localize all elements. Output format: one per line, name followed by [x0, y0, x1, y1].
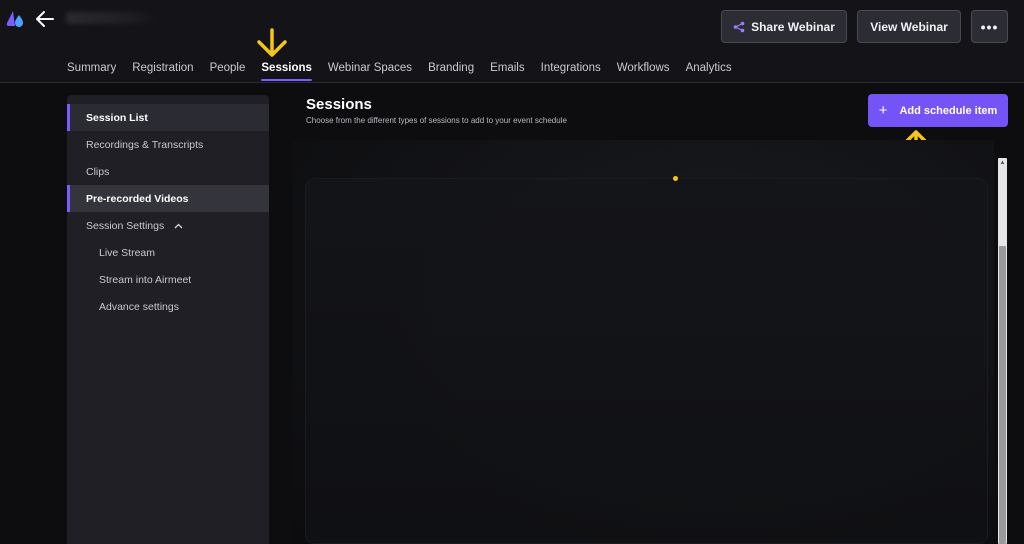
sidebar-item-clips[interactable]: Clips	[67, 158, 269, 185]
tab-integrations[interactable]: Integrations	[541, 61, 601, 75]
tab-summary[interactable]: Summary	[67, 61, 116, 75]
sidebar-item-session-settings[interactable]: Session Settings	[67, 212, 269, 239]
view-webinar-label: View Webinar	[870, 19, 948, 34]
sidebar-item-label: Live Stream	[99, 246, 156, 259]
add-schedule-item-button[interactable]: + Add schedule item	[868, 94, 1008, 127]
tab-analytics[interactable]: Analytics	[686, 61, 732, 75]
sidebar-item-label: Session Settings	[86, 219, 165, 232]
sidebar-item-label: Recordings & Transcripts	[86, 138, 204, 151]
content-scrollbar[interactable]: ▲	[998, 158, 1007, 544]
scrollbar-thumb[interactable]	[999, 246, 1006, 544]
sidebar-item-stream-into-airmeet[interactable]: Stream into Airmeet	[67, 266, 269, 293]
tab-branding[interactable]: Branding	[428, 61, 474, 75]
sidebar-item-session-list[interactable]: Session List	[67, 104, 269, 131]
sidebar-item-label: Stream into Airmeet	[99, 273, 192, 286]
event-title-redacted	[66, 12, 156, 24]
scroll-up-arrow-icon[interactable]: ▲	[999, 159, 1006, 167]
annotation-dot	[673, 176, 678, 181]
sidebar-item-recordings-transcripts[interactable]: Recordings & Transcripts	[67, 131, 269, 158]
event-tabs: Summary Registration People Sessions Web…	[67, 61, 748, 81]
page-subtitle: Choose from the different types of sessi…	[306, 116, 567, 125]
top-header: Share Webinar View Webinar ••• Summary R…	[0, 0, 1024, 83]
sidebar-item-label: Clips	[86, 165, 110, 178]
back-arrow-icon[interactable]	[35, 10, 55, 28]
sidebar-item-live-stream[interactable]: Live Stream	[67, 239, 269, 266]
page-title: Sessions	[306, 96, 372, 113]
tab-registration[interactable]: Registration	[132, 61, 193, 75]
tab-people[interactable]: People	[210, 61, 246, 75]
airmeet-logo-icon[interactable]	[6, 9, 28, 29]
tab-webinar-spaces[interactable]: Webinar Spaces	[328, 61, 412, 75]
plus-icon: +	[878, 102, 888, 119]
session-card-placeholder	[305, 178, 988, 544]
share-icon	[733, 21, 745, 32]
more-options-button[interactable]: •••	[971, 10, 1008, 43]
annotation-arrow-down-icon	[257, 28, 287, 57]
sidebar-item-pre-recorded-videos[interactable]: Pre-recorded Videos	[67, 185, 269, 212]
sessions-sidebar: Session List Recordings & Transcripts Cl…	[67, 95, 269, 544]
sidebar-item-label: Session List	[86, 111, 148, 124]
sidebar-item-label: Advance settings	[99, 300, 179, 313]
tab-emails[interactable]: Emails	[490, 61, 525, 75]
view-webinar-button[interactable]: View Webinar	[857, 10, 961, 43]
share-webinar-button[interactable]: Share Webinar	[721, 10, 847, 43]
add-schedule-item-label: Add schedule item	[899, 104, 998, 117]
share-webinar-label: Share Webinar	[751, 19, 835, 34]
sidebar-item-advance-settings[interactable]: Advance settings	[67, 293, 269, 320]
more-options-icon: •••	[980, 18, 999, 35]
chevron-up-icon	[174, 223, 183, 228]
sidebar-item-label: Pre-recorded Videos	[86, 192, 189, 205]
tab-sessions[interactable]: Sessions	[261, 61, 312, 81]
tab-workflows[interactable]: Workflows	[617, 61, 670, 75]
